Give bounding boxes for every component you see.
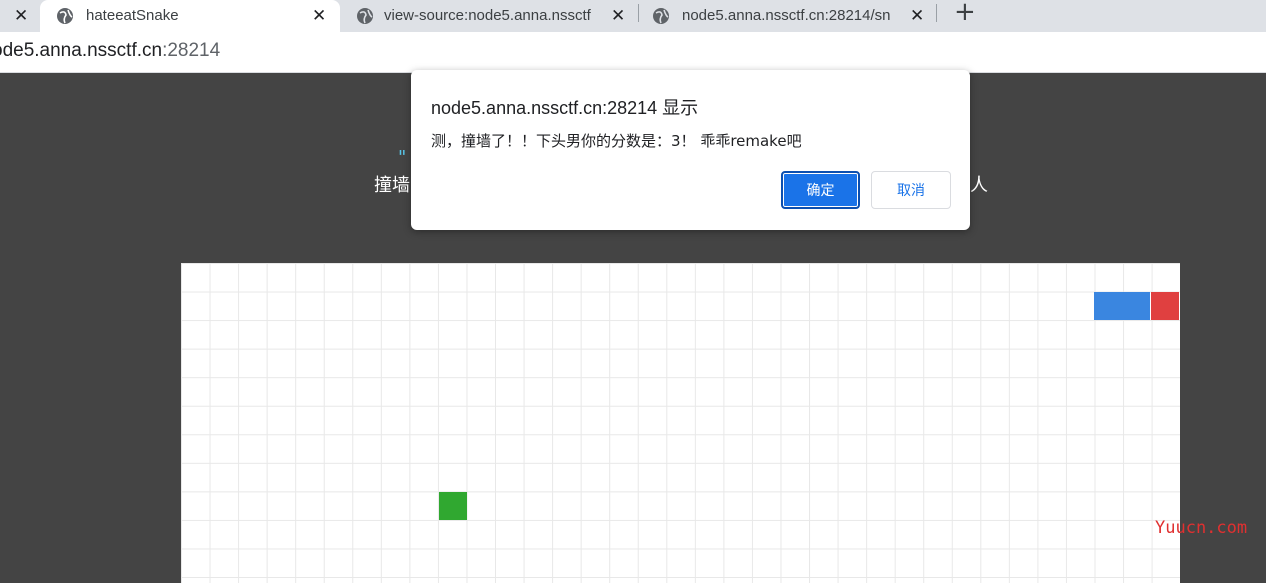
cancel-button[interactable]: 取消 [871,171,951,209]
close-icon[interactable]: ✕ [14,6,28,26]
tab-separator [638,4,639,22]
snake-head [1151,292,1179,320]
tab-separator [936,4,937,22]
ok-button[interactable]: 确定 [781,171,860,209]
globe-icon [57,8,73,24]
tab-label: hateeatSnake [86,7,179,24]
url-text[interactable]: ode5.anna.nssctf.cn:28214 [0,40,220,62]
tab-label: node5.anna.nssctf.cn:28214/sn [682,7,891,24]
hint-text-fragment: 撞墙 [374,175,410,196]
url-host: ode5.anna.nssctf.cn [0,40,163,61]
tab-strip: ✕ hateeatSnake ✕ view-source:node5.anna.… [0,0,1266,32]
watermark: Yuucn.com [1155,518,1248,538]
tab-node5[interactable]: node5.anna.nssctf.cn:28214/sn ✕ [640,0,936,32]
tab-hateeatsnake[interactable]: hateeatSnake ✕ [40,0,340,32]
dialog-message: 测，撞墙了！！下头男你的分数是：3！ 乖乖remake吧 [431,132,802,150]
alert-dialog: node5.anna.nssctf.cn:28214 显示 测，撞墙了！！下头男… [411,70,970,230]
dialog-title: node5.anna.nssctf.cn:28214 显示 [431,98,699,118]
tab-view-source[interactable]: view-source:node5.anna.nssctf ✕ [344,0,636,32]
new-tab-button[interactable]: + [954,0,976,27]
globe-icon [357,8,373,24]
globe-icon [653,8,669,24]
snake-body-segment [1122,292,1150,320]
url-port: :28214 [162,40,221,61]
tab-label: view-source:node5.anna.nssctf [384,7,591,24]
game-board[interactable] [181,263,1180,583]
address-bar[interactable]: ode5.anna.nssctf.cn:28214 [0,32,1266,73]
hint-text-fragment: 人 [970,175,988,196]
snake-body-segment [1094,292,1122,320]
hint-text-fragment: " [398,147,407,168]
food-cell [439,492,467,520]
close-icon[interactable]: ✕ [312,7,326,25]
close-icon[interactable]: ✕ [611,7,625,25]
close-icon[interactable]: ✕ [910,7,924,25]
